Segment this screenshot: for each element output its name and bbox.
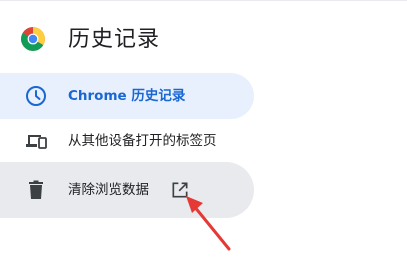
devices-icon xyxy=(26,135,47,149)
sidebar-item-label: 从其他设备打开的标签页 xyxy=(68,133,217,149)
page-title: 历史记录 xyxy=(68,27,161,52)
top-divider xyxy=(0,0,407,1)
clock-icon xyxy=(26,86,46,106)
sidebar-item-other-devices[interactable]: 从其他设备打开的标签页 xyxy=(0,118,254,164)
sidebar-item-label: 清除浏览数据 xyxy=(68,182,149,198)
sidebar-item-clear-browsing-data[interactable]: 清除浏览数据 xyxy=(0,162,254,218)
open-in-new-icon xyxy=(172,182,188,198)
page-header: 历史记录 xyxy=(0,18,407,62)
sidebar-item-label: Chrome 历史记录 xyxy=(68,88,186,104)
trash-icon xyxy=(29,180,43,199)
sidebar-item-chrome-history[interactable]: Chrome 历史记录 xyxy=(0,73,254,119)
chrome-logo-icon xyxy=(21,27,45,51)
